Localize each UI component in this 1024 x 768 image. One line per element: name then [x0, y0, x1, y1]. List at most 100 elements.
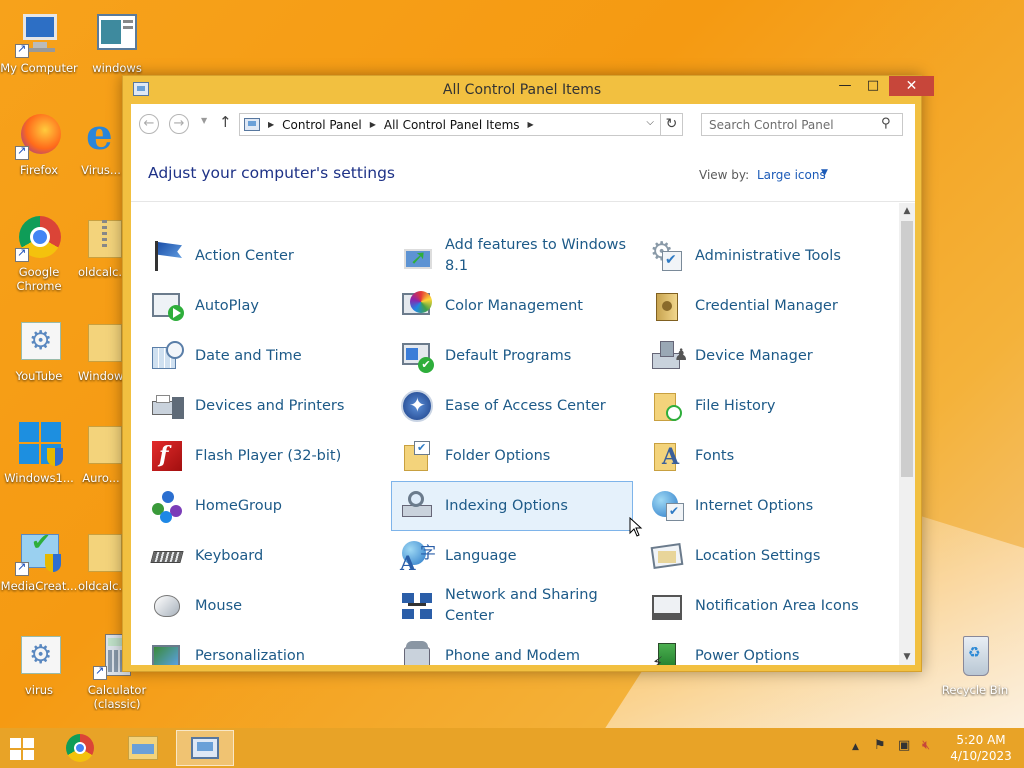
minimize-button[interactable]: —	[831, 76, 859, 96]
desktop-icon-windows[interactable]: windows	[78, 10, 156, 75]
item-keyboard[interactable]: Keyboard	[141, 531, 383, 581]
taskbar-control-panel[interactable]	[176, 730, 234, 766]
window-title: All Control Panel Items	[442, 82, 602, 98]
show-hidden-icons-icon[interactable]: ▲	[852, 742, 859, 752]
file-history-icon	[650, 389, 684, 423]
desktop-icon-mediacreation[interactable]: ✔ MediaCreat...	[0, 528, 78, 593]
item-phone-and-modem[interactable]: Phone and Modem	[391, 631, 633, 665]
network-tray-icon[interactable]: ▣	[898, 738, 910, 753]
item-mouse[interactable]: Mouse	[141, 581, 383, 631]
item-label: Credential Manager	[695, 297, 838, 314]
item-homegroup[interactable]: HomeGroup	[141, 481, 383, 531]
breadcrumb-all-items[interactable]: All Control Panel Items	[384, 118, 520, 132]
forward-button[interactable]: →	[169, 114, 189, 134]
refresh-icon: ↻	[665, 116, 678, 132]
maximize-button[interactable]: □	[859, 76, 887, 96]
back-button[interactable]: ←	[139, 114, 159, 134]
item-indexing-options[interactable]: Indexing Options	[391, 481, 633, 531]
chevron-down-icon[interactable]: ⌵	[646, 117, 654, 128]
view-by-dropdown[interactable]: Large icons	[757, 168, 826, 182]
item-label: Fonts	[695, 447, 735, 464]
item-folder-options[interactable]: ✔ Folder Options	[391, 431, 633, 481]
item-label: Personalization	[195, 647, 305, 664]
scroll-up-icon[interactable]: ▲	[899, 203, 915, 219]
search-input[interactable]	[701, 113, 903, 136]
breadcrumb-control-panel[interactable]: Control Panel	[282, 118, 362, 132]
item-autoplay[interactable]: AutoPlay	[141, 281, 383, 331]
item-action-center[interactable]: Action Center	[141, 231, 383, 281]
recent-locations-icon[interactable]: ▼	[201, 116, 207, 125]
desktop-icon-oldcalc[interactable]: oldcalc...	[78, 214, 124, 279]
item-label: Internet Options	[695, 497, 814, 514]
address-bar[interactable]: ▶ Control Panel ▶ All Control Panel Item…	[239, 113, 661, 136]
desktop-icon-oldcalc-2[interactable]: oldcalc...	[78, 528, 124, 593]
desktop-icon-window[interactable]: Window...	[78, 318, 124, 383]
personalization-icon	[150, 639, 184, 665]
desktop-icon-auro[interactable]: Auro...	[78, 420, 124, 485]
credential-safe-icon	[650, 289, 684, 323]
default-programs-icon: ✔	[400, 339, 434, 373]
item-administrative-tools[interactable]: ⚙ ✔ Administrative Tools	[641, 231, 883, 281]
item-default-programs[interactable]: ✔ Default Programs	[391, 331, 633, 381]
close-button[interactable]: ✕	[889, 76, 934, 96]
item-network-and-sharing[interactable]: Network and Sharing Center	[391, 581, 633, 631]
refresh-button[interactable]: ↻	[661, 113, 683, 136]
desktop-icon-label: Firefox	[19, 163, 59, 177]
windows-logo-icon	[10, 738, 21, 748]
back-arrow-icon: ←	[143, 116, 155, 131]
item-add-features[interactable]: ➚ Add features to Windows 8.1	[391, 231, 633, 281]
system-clock[interactable]: 5:20 AM 4/10/2023	[946, 732, 1016, 764]
taskbar-file-explorer[interactable]	[114, 730, 172, 766]
desktop-icon-label: MediaCreat...	[0, 579, 78, 593]
item-fonts[interactable]: A Fonts	[641, 431, 883, 481]
vertical-scrollbar[interactable]: ▲ ▼	[899, 203, 915, 665]
action-center-flag-icon[interactable]: ⚑	[874, 738, 886, 753]
item-flash-player[interactable]: f Flash Player (32-bit)	[141, 431, 383, 481]
desktop-icon-virus-2[interactable]: ⚙ virus	[0, 632, 78, 697]
item-personalization[interactable]: Personalization	[141, 631, 383, 665]
item-label: Mouse	[195, 597, 243, 614]
item-ease-of-access[interactable]: ✦ Ease of Access Center	[391, 381, 633, 431]
desktop-icon-windows1[interactable]: Windows1...	[0, 420, 78, 485]
scrollbar-thumb[interactable]	[901, 221, 913, 477]
clock-date: 4/10/2023	[950, 749, 1012, 763]
caret-down-icon[interactable]: ▼	[821, 168, 828, 178]
item-location-settings[interactable]: Location Settings	[641, 531, 883, 581]
desktop-icon-label: Google Chrome	[16, 265, 62, 293]
desktop-icon-label: Recycle Bin	[941, 683, 1009, 697]
item-color-management[interactable]: Color Management	[391, 281, 633, 331]
navigation-bar: ← → ▼ ↑ ▶ Control Panel ▶ All Control Pa…	[131, 104, 915, 140]
item-notification-area-icons[interactable]: Notification Area Icons	[641, 581, 883, 631]
breadcrumb-separator-icon[interactable]: ▶	[528, 120, 534, 129]
breadcrumb-separator-icon[interactable]: ▶	[370, 120, 376, 129]
item-file-history[interactable]: File History	[641, 381, 883, 431]
item-language[interactable]: A 字 Language	[391, 531, 633, 581]
up-arrow-icon[interactable]: ↑	[219, 113, 232, 131]
flag-icon	[150, 239, 184, 273]
desktop-icon-recycle-bin[interactable]: ♻ Recycle Bin	[936, 632, 1014, 697]
autoplay-icon	[150, 289, 184, 323]
item-internet-options[interactable]: ✔ Internet Options	[641, 481, 883, 531]
scroll-down-icon[interactable]: ▼	[899, 649, 915, 665]
clock-time: 5:20 AM	[956, 733, 1006, 747]
desktop-icon-label: Auro...	[82, 471, 120, 485]
search-icon[interactable]: ⚲	[881, 116, 891, 131]
title-bar[interactable]: All Control Panel Items — □ ✕	[123, 76, 934, 104]
item-credential-manager[interactable]: Credential Manager	[641, 281, 883, 331]
item-label: Language	[445, 547, 517, 564]
desktop-icon-youtube[interactable]: ⚙ YouTube	[0, 318, 78, 383]
desktop-icon-google-chrome[interactable]: Google Chrome	[0, 214, 78, 293]
volume-muted-icon[interactable]: 🔇︎	[922, 738, 930, 753]
start-button[interactable]	[8, 736, 40, 760]
taskbar-chrome[interactable]	[52, 730, 110, 766]
windows-logo-icon	[15, 420, 63, 468]
item-devices-and-printers[interactable]: Devices and Printers	[141, 381, 383, 431]
breadcrumb-separator-icon[interactable]: ▶	[268, 120, 274, 129]
desktop-icon-virus[interactable]: e Virus...	[78, 112, 124, 178]
item-date-and-time[interactable]: Date and Time	[141, 331, 383, 381]
desktop-icon-my-computer[interactable]: My Computer	[0, 10, 78, 75]
window-client: ← → ▼ ↑ ▶ Control Panel ▶ All Control Pa…	[131, 104, 915, 665]
item-power-options[interactable]: ⚡ Power Options	[641, 631, 883, 665]
item-device-manager[interactable]: ♟ Device Manager	[641, 331, 883, 381]
desktop-icon-firefox[interactable]: Firefox	[0, 112, 78, 177]
